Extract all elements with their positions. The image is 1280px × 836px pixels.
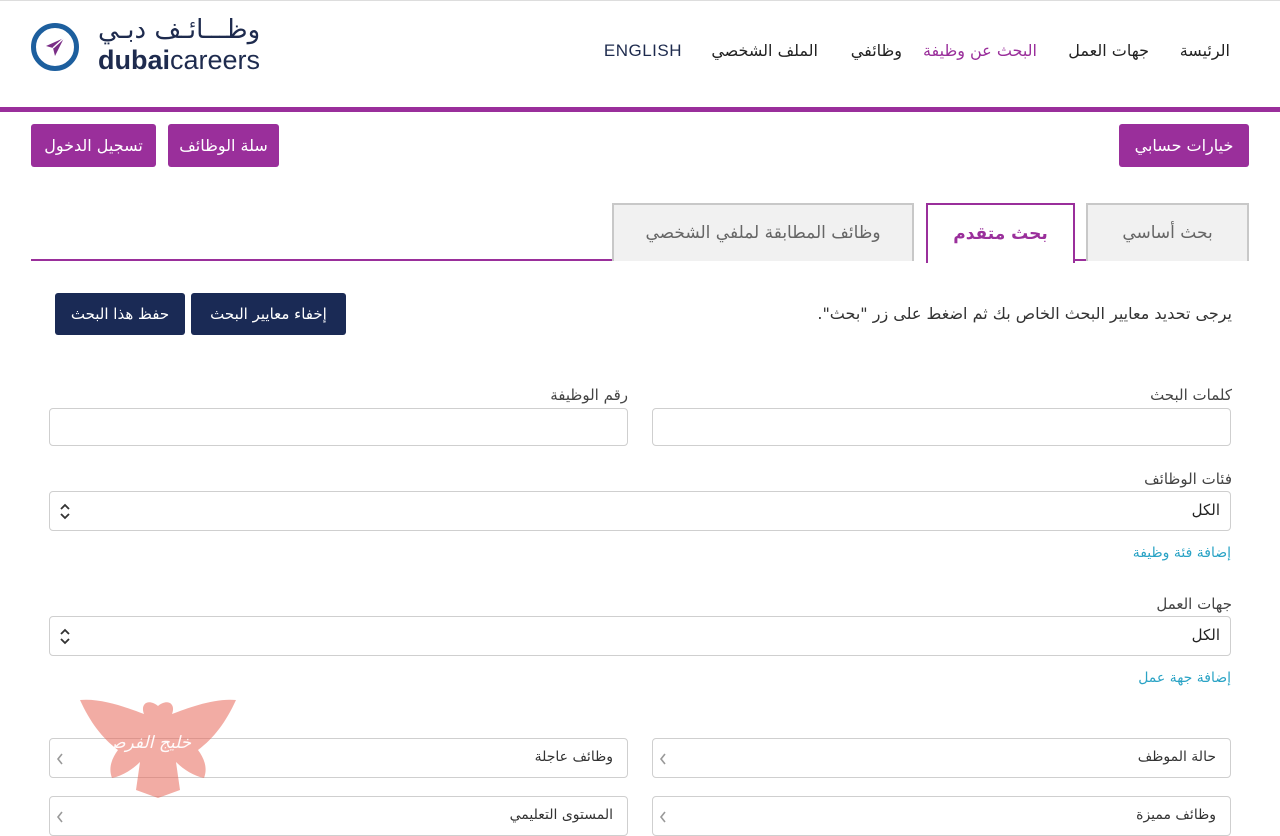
tab-underline (31, 259, 614, 261)
tab-advanced-search[interactable]: بحث متقدم (926, 203, 1075, 263)
nav-language[interactable]: ENGLISH (604, 41, 682, 61)
employee-status-label: حالة الموظف (1137, 749, 1216, 765)
category-label: فئات الوظائف (1144, 470, 1232, 488)
employee-status-filter[interactable]: حالة الموظف (652, 738, 1231, 778)
search-hint: يرجى تحديد معايير البحث الخاص بك ثم اضغط… (817, 304, 1232, 323)
login-button[interactable]: تسجيل الدخول (31, 124, 156, 167)
education-level-filter[interactable]: المستوى التعليمي (49, 796, 628, 836)
logo-english-text: dubaicareers (98, 45, 260, 76)
chevron-left-icon (659, 751, 667, 770)
job-number-input[interactable] (49, 408, 628, 446)
category-selected-value: الكل (1191, 501, 1220, 519)
nav-job-search[interactable]: البحث عن وظيفة (923, 41, 1037, 60)
account-options-button[interactable]: خيارات حسابي (1119, 124, 1249, 167)
nav-employers[interactable]: جهات العمل (1068, 41, 1149, 60)
category-select[interactable]: الكل (49, 491, 1231, 531)
chevron-left-icon (56, 809, 64, 828)
add-category-link[interactable]: إضافة فئة وظيفة (1133, 545, 1231, 561)
featured-jobs-filter[interactable]: وظائف مميزة (652, 796, 1231, 836)
logo-regular: careers (170, 45, 261, 75)
employers-selected-value: الكل (1191, 626, 1220, 644)
employers-select[interactable]: الكل (49, 616, 1231, 656)
nav-my-jobs[interactable]: وظائفي (851, 41, 902, 60)
employers-label: جهات العمل (1156, 595, 1232, 613)
nav-profile[interactable]: الملف الشخصي (711, 41, 818, 60)
logo-bold: dubai (98, 45, 170, 75)
tab-profile-matching[interactable]: وظائف المطابقة لملفي الشخصي (612, 203, 914, 261)
job-number-label: رقم الوظيفة (550, 386, 628, 404)
keywords-input[interactable] (652, 408, 1231, 446)
keywords-label: كلمات البحث (1150, 386, 1232, 404)
select-arrows-icon (59, 503, 71, 524)
featured-jobs-label: وظائف مميزة (1136, 807, 1216, 823)
logo-icon[interactable] (31, 23, 79, 71)
header-divider (0, 107, 1280, 112)
select-arrows-icon (59, 628, 71, 649)
watermark-text: خليج الفرص (105, 733, 192, 753)
job-cart-button[interactable]: سلة الوظائف (168, 124, 279, 167)
add-employer-link[interactable]: إضافة جهة عمل (1138, 670, 1231, 686)
site-header: وظـــائـف دبـي dubaicareers الرئيسة جهات… (0, 0, 1280, 108)
logo-arabic-text: وظـــائـف دبـي (98, 15, 261, 45)
chevron-left-icon (56, 751, 64, 770)
nav-home[interactable]: الرئيسة (1180, 41, 1230, 60)
education-level-label: المستوى التعليمي (509, 807, 613, 823)
hide-criteria-button[interactable]: إخفاء معايير البحث (191, 293, 346, 335)
tab-basic-search[interactable]: بحث أساسي (1086, 203, 1249, 261)
save-search-button[interactable]: حفظ هذا البحث (55, 293, 185, 335)
urgent-jobs-label: وظائف عاجلة (534, 749, 613, 765)
chevron-left-icon (659, 809, 667, 828)
